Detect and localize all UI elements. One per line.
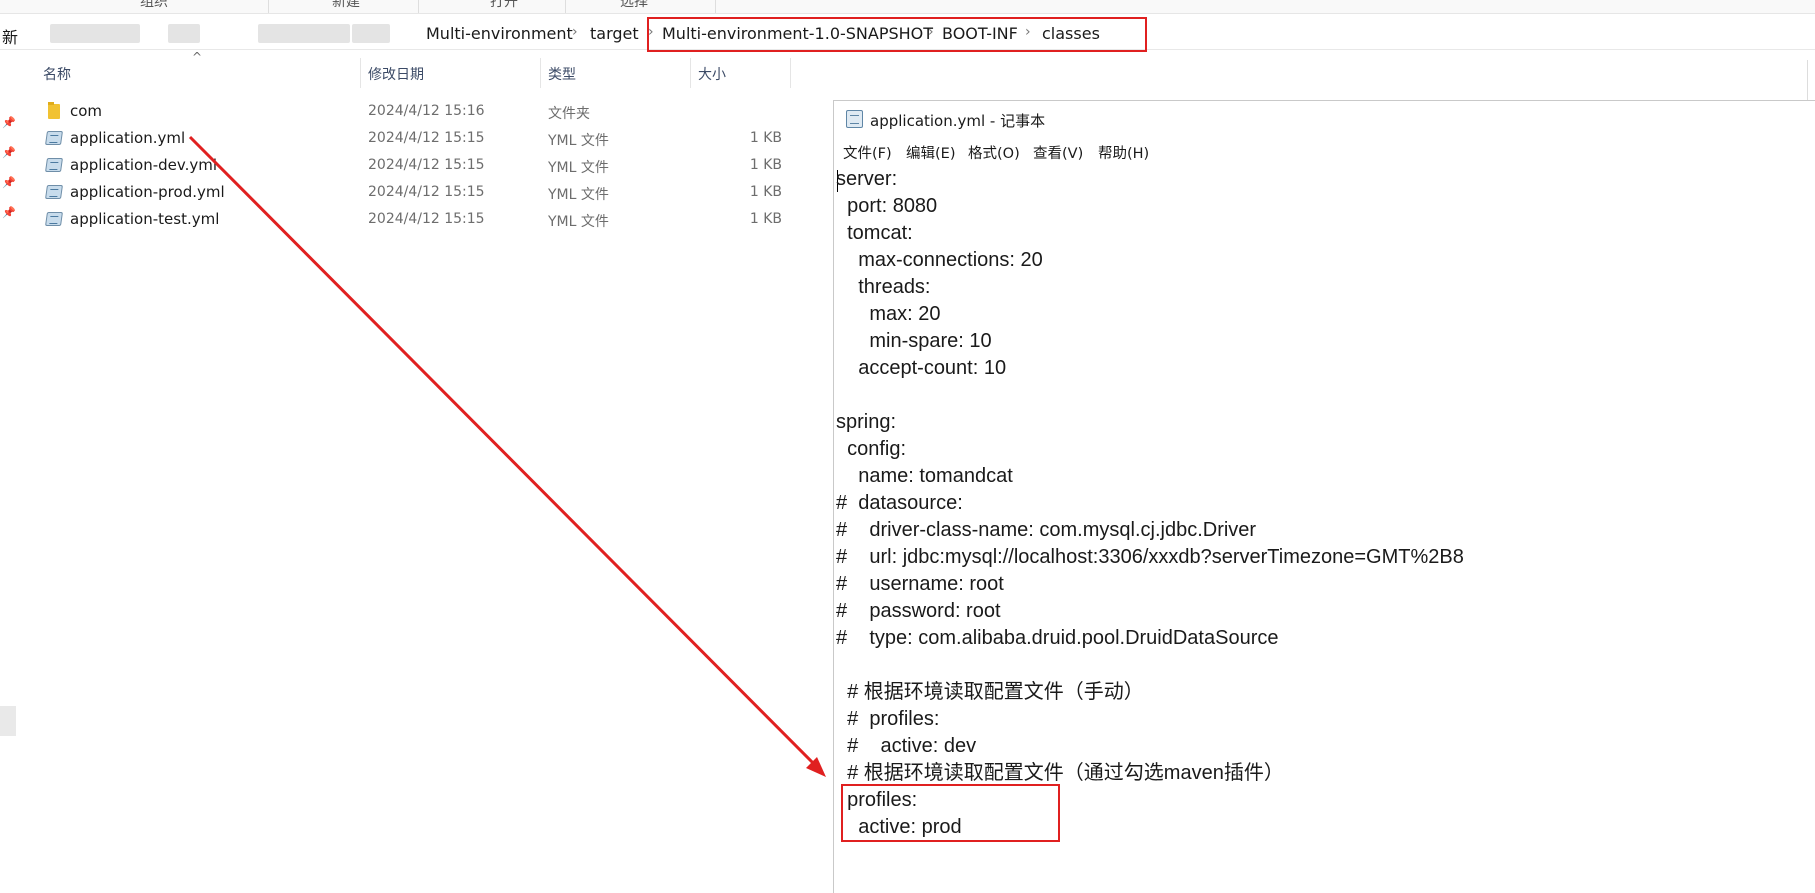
editor-line: # profiles: <box>836 708 940 730</box>
breadcrumb-item-multi-environment[interactable]: Multi-environment <box>426 24 573 43</box>
file-name: application-dev.yml <box>70 156 218 174</box>
list-item[interactable]: application-test.yml 2024/4/12 15:15 YML… <box>40 208 790 232</box>
list-item[interactable]: com 2024/4/12 15:16 文件夹 <box>40 100 790 124</box>
file-size: 1 KB <box>749 184 782 200</box>
list-scrollbar[interactable] <box>1807 60 1815 100</box>
yml-file-icon <box>45 211 63 227</box>
editor-line: # type: com.alibaba.druid.pool.DruidData… <box>836 627 1279 649</box>
menu-bar: 文件(F) 编辑(E) 格式(O) 查看(V) 帮助(H) <box>834 139 1815 163</box>
ribbon-group-select[interactable]: 选择 <box>620 0 648 11</box>
editor-line: # datasource: <box>836 492 963 514</box>
editor-line: name: tomandcat <box>836 465 1013 487</box>
column-header-type[interactable]: 类型 <box>548 64 576 84</box>
file-type: YML 文件 <box>548 187 609 203</box>
yml-file-icon <box>45 184 63 200</box>
file-date: 2024/4/12 15:16 <box>368 103 485 119</box>
chevron-right-icon: › <box>572 24 578 40</box>
list-item[interactable]: application-dev.yml 2024/4/12 15:15 YML … <box>40 154 790 178</box>
file-type: YML 文件 <box>548 133 609 149</box>
editor-line: spring: <box>836 411 897 433</box>
redacted-breadcrumb <box>50 24 140 43</box>
ribbon-divider <box>565 0 566 13</box>
editor-line: # 根据环境读取配置文件（通过勾选maven插件） <box>836 762 1284 784</box>
ribbon-divider <box>715 0 716 13</box>
file-size: 1 KB <box>749 211 782 227</box>
menu-help[interactable]: 帮助(H) <box>1098 142 1149 163</box>
list-item[interactable]: application.yml 2024/4/12 15:15 YML 文件 1… <box>40 127 790 151</box>
file-type: YML 文件 <box>548 160 609 176</box>
editor-line: server: <box>836 168 898 190</box>
file-date: 2024/4/12 15:15 <box>368 184 485 200</box>
file-size: 1 KB <box>749 157 782 173</box>
editor-line: # 根据环境读取配置文件（手动） <box>836 681 1144 703</box>
pin-icon: 📌 <box>2 206 16 219</box>
column-divider[interactable] <box>540 58 541 88</box>
ribbon-divider <box>418 0 419 13</box>
sort-ascending-icon: ^ <box>192 50 203 64</box>
redacted-breadcrumb <box>258 24 350 43</box>
notepad-titlebar[interactable]: application.yml - 记事本 <box>834 101 1815 137</box>
menu-file[interactable]: 文件(F) <box>843 142 892 163</box>
file-type: YML 文件 <box>548 214 609 230</box>
file-name: com <box>70 102 103 120</box>
column-header-size[interactable]: 大小 <box>698 64 726 84</box>
editor-line: port: 8080 <box>836 195 938 217</box>
file-date: 2024/4/12 15:15 <box>368 130 485 146</box>
file-name: application.yml <box>70 129 186 147</box>
redacted-breadcrumb <box>168 24 200 43</box>
menu-view[interactable]: 查看(V) <box>1033 142 1083 163</box>
editor-line: max: 20 <box>836 303 941 325</box>
editor-line: max-connections: 20 <box>836 249 1043 271</box>
editor-line: config: <box>836 438 907 460</box>
ribbon-divider <box>268 0 269 13</box>
column-divider[interactable] <box>360 58 361 88</box>
redacted-breadcrumb <box>352 24 390 43</box>
pin-icon: 📌 <box>2 176 16 189</box>
yml-file-icon <box>45 130 63 146</box>
column-divider[interactable] <box>790 58 791 88</box>
file-type: 文件夹 <box>548 106 590 122</box>
profiles-highlight-box <box>841 784 1060 842</box>
window-title: application.yml - 记事本 <box>870 112 1046 130</box>
menu-format[interactable]: 格式(O) <box>968 142 1020 163</box>
ribbon-group-open[interactable]: 打开 <box>490 0 518 11</box>
breadcrumb-highlight-box <box>647 17 1147 52</box>
ribbon-group-organize[interactable]: 组织 <box>140 0 168 11</box>
notepad-icon <box>846 110 863 128</box>
column-divider[interactable] <box>690 58 691 88</box>
file-date: 2024/4/12 15:15 <box>368 157 485 173</box>
editor-line: # url: jdbc:mysql://localhost:3306/xxxdb… <box>836 546 1464 568</box>
editor-line: # username: root <box>836 573 1004 595</box>
editor-line: # password: root <box>836 600 1001 622</box>
folder-icon <box>46 102 62 119</box>
pin-icon: 📌 <box>2 146 16 159</box>
text-editor[interactable]: server: port: 8080 tomcat: max-connectio… <box>836 166 1796 841</box>
column-header-name[interactable]: 名称 <box>43 64 71 84</box>
file-name: application-prod.yml <box>70 183 225 201</box>
column-header-date[interactable]: 修改日期 <box>368 64 424 84</box>
editor-line: tomcat: <box>836 222 913 244</box>
breadcrumb-item-target[interactable]: target <box>590 24 639 43</box>
file-name: application-test.yml <box>70 210 220 228</box>
nav-scrollbar-thumb[interactable] <box>0 706 16 736</box>
notepad-window[interactable]: application.yml - 记事本 文件(F) 编辑(E) 格式(O) … <box>833 100 1815 893</box>
editor-line: # active: dev <box>836 735 977 757</box>
yml-file-icon <box>45 157 63 173</box>
breadcrumb-item-first[interactable]: 新 <box>2 24 18 48</box>
editor-line: # driver-class-name: com.mysql.cj.jdbc.D… <box>836 519 1257 541</box>
list-item[interactable]: application-prod.yml 2024/4/12 15:15 YML… <box>40 181 790 205</box>
menu-edit[interactable]: 编辑(E) <box>906 142 955 163</box>
editor-line: threads: <box>836 276 931 298</box>
editor-line: min-spare: 10 <box>836 330 992 352</box>
ribbon: 组织 新建 打开 选择 <box>0 0 1815 14</box>
editor-line: accept-count: 10 <box>836 357 1007 379</box>
ribbon-group-new[interactable]: 新建 <box>332 0 360 11</box>
pin-icon: 📌 <box>2 116 16 129</box>
file-size: 1 KB <box>749 130 782 146</box>
file-date: 2024/4/12 15:15 <box>368 211 485 227</box>
